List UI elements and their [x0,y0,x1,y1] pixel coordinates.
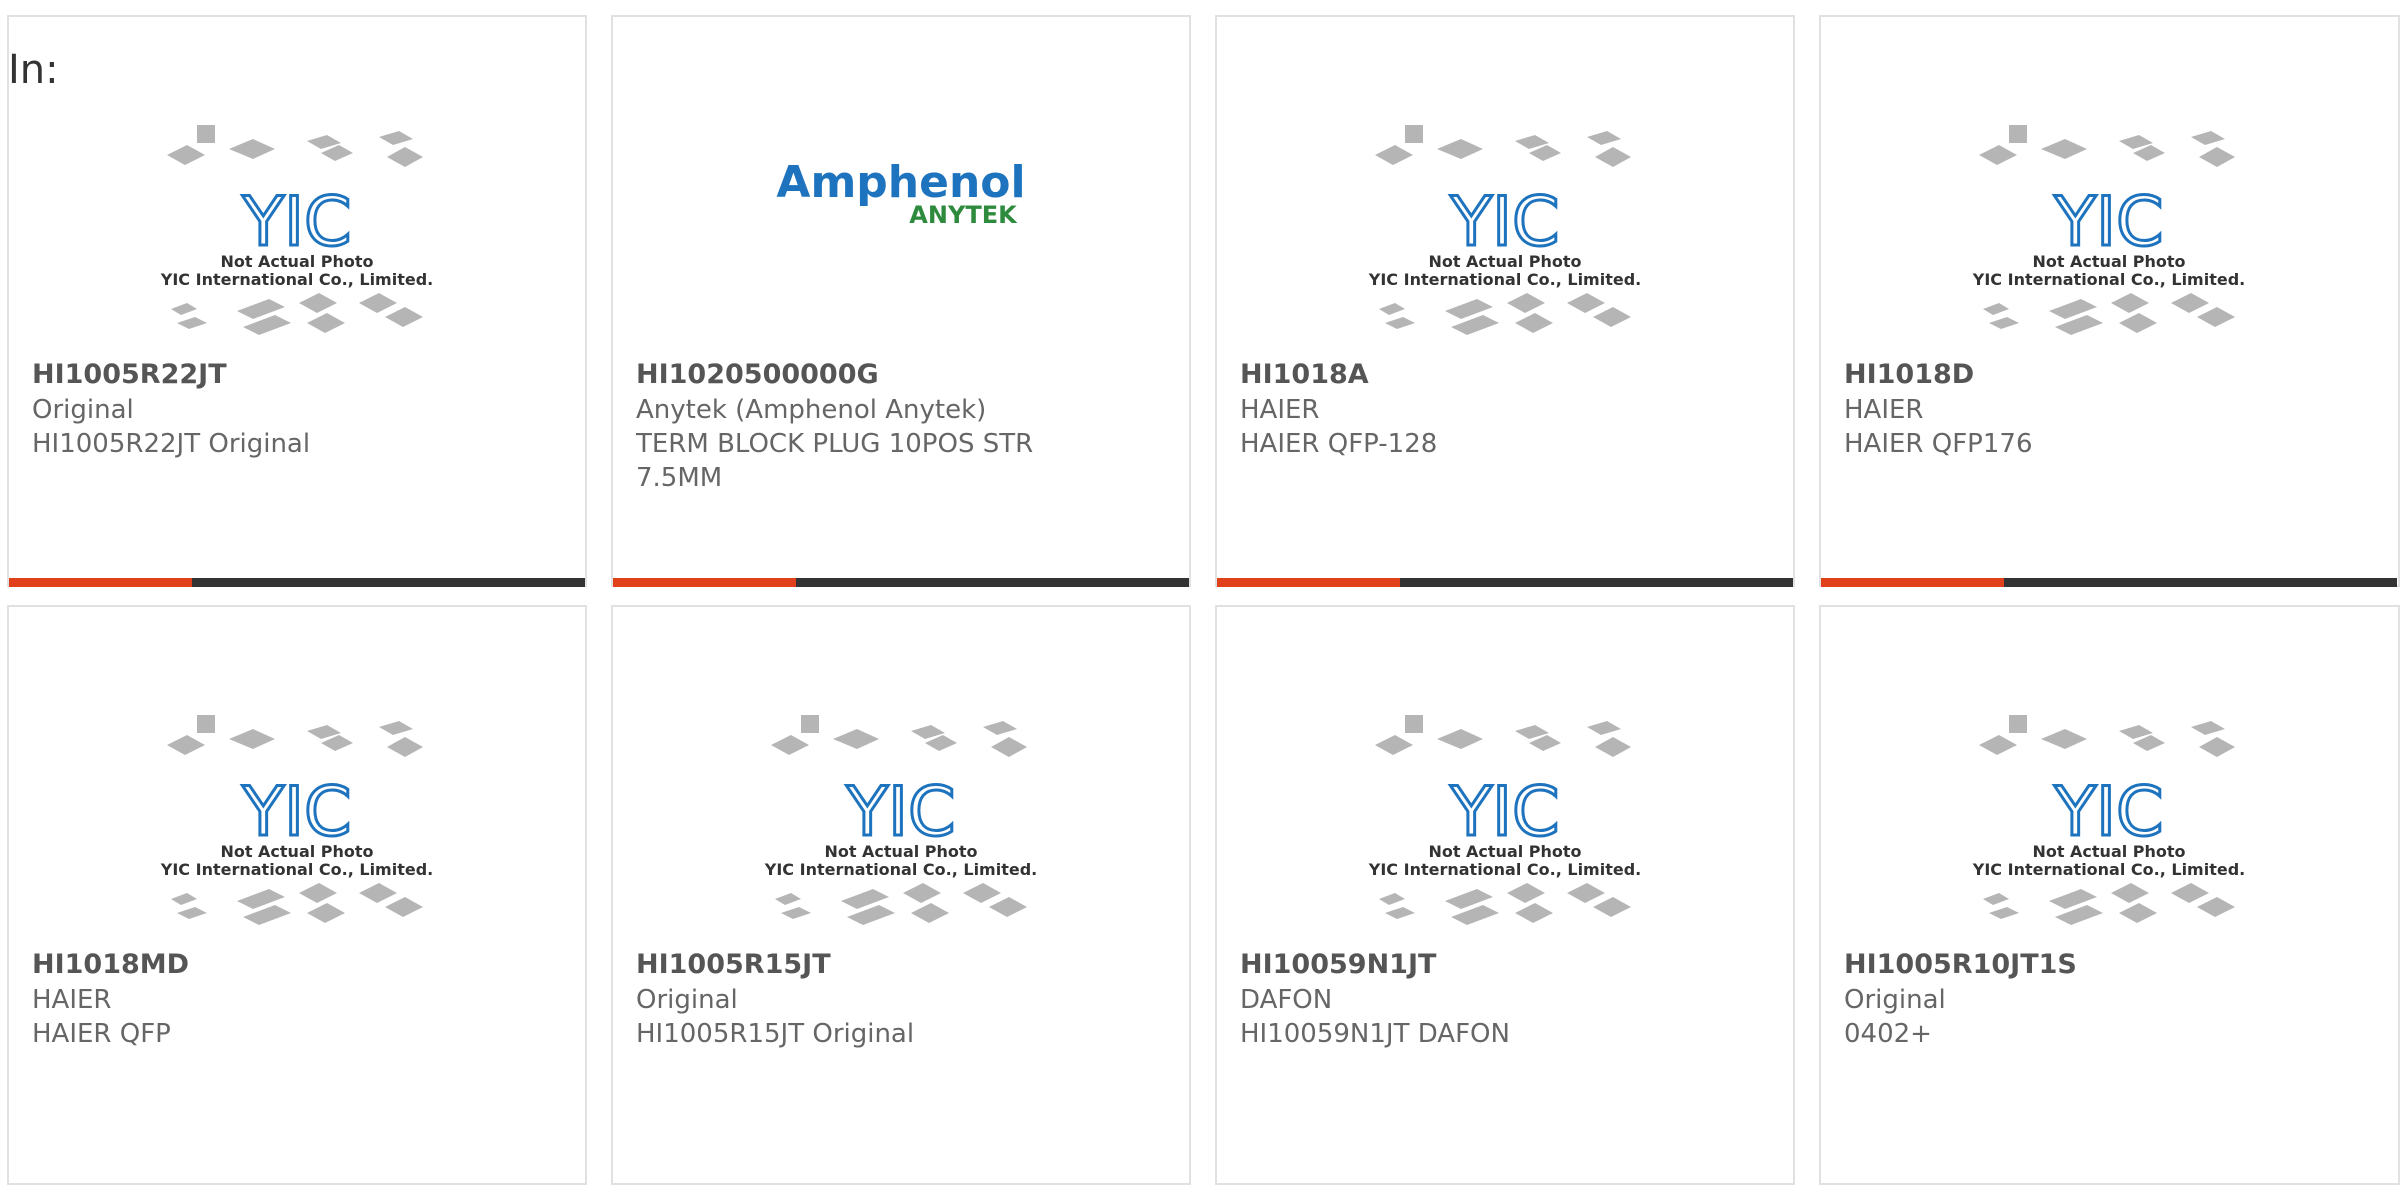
description: HAIER QFP [32,1019,171,1049]
placeholder-line-2: YIC International Co., Limited. [1368,270,1641,289]
card-accent-bar [9,578,585,587]
manufacturer: Original [1844,985,1946,1015]
placeholder-line-2: YIC International Co., Limited. [160,270,433,289]
product-image[interactable]: YIC Not Actual Photo YIC International C… [1821,687,2397,957]
part-number[interactable]: HI1018D [1844,357,1974,393]
product-card[interactable]: YIC Not Actual Photo YIC International C… [7,15,587,587]
product-card[interactable]: YIC Not Actual Photo YIC International C… [1819,605,2400,1185]
card-accent-fill [613,578,796,587]
manufacturer: Original [636,985,738,1015]
product-card[interactable]: YIC Not Actual Photo YIC International C… [1215,15,1795,587]
manufacturer: Original [32,395,134,425]
manufacturer: HAIER [1240,395,1320,425]
description: HI1005R22JT Original [32,429,311,459]
description: TERM BLOCK PLUG 10POS STR [636,429,1034,459]
card-accent-bar [1217,578,1793,587]
placeholder-line-1: Not Actual Photo [220,252,373,271]
placeholder-line-1: Not Actual Photo [220,842,373,861]
yic-logo-text: YIC [241,183,351,262]
manufacturer: HAIER [32,985,112,1015]
part-number[interactable]: HI1018MD [32,947,189,983]
card-accent-fill [9,578,192,587]
placeholder-line-2: YIC International Co., Limited. [1972,860,2245,879]
part-number[interactable]: HI1005R10JT1S [1844,947,2077,983]
amphenol-logo-sub: ANYTEK [909,201,1018,229]
manufacturer: HAIER [1844,395,1924,425]
manufacturer: DAFON [1240,985,1333,1015]
part-number[interactable]: HI1020500000G [636,357,879,393]
description-line-2: 7.5MM [636,463,723,493]
placeholder-line-2: YIC International Co., Limited. [1972,270,2245,289]
yic-logo-text: YIC [2053,183,2163,262]
product-card[interactable]: YIC Not Actual Photo YIC International C… [7,605,587,1185]
yic-logo-text: YIC [845,773,955,852]
placeholder-line-1: Not Actual Photo [2032,842,2185,861]
placeholder-line-1: Not Actual Photo [824,842,977,861]
card-accent-bar [613,578,1189,587]
placeholder-line-2: YIC International Co., Limited. [1368,860,1641,879]
yic-logo-text: YIC [1449,773,1559,852]
product-card[interactable]: YIC Not Actual Photo YIC International C… [1819,15,2400,587]
part-number[interactable]: HI1005R15JT [636,947,831,983]
placeholder-line-1: Not Actual Photo [1428,842,1581,861]
product-card[interactable]: Amphenol ANYTEK HI1020500000G Anytek (Am… [611,15,1191,587]
description: HI1005R15JT Original [636,1019,915,1049]
placeholder-line-1: Not Actual Photo [1428,252,1581,271]
filter-label: In: [8,47,59,93]
placeholder-line-2: YIC International Co., Limited. [160,860,433,879]
card-accent-fill [1217,578,1400,587]
yic-logo-text: YIC [2053,773,2163,852]
product-image[interactable]: YIC Not Actual Photo YIC International C… [9,97,585,367]
yic-logo-text: YIC [1449,183,1559,262]
product-card[interactable]: YIC Not Actual Photo YIC International C… [1215,605,1795,1185]
placeholder-line-1: Not Actual Photo [2032,252,2185,271]
product-image[interactable]: YIC Not Actual Photo YIC International C… [9,687,585,957]
product-image[interactable]: YIC Not Actual Photo YIC International C… [1217,687,1793,957]
card-accent-fill [1821,578,2004,587]
product-grid: YIC Not Actual Photo YIC International C… [0,0,2400,1185]
manufacturer: Anytek (Amphenol Anytek) [636,395,987,425]
part-number[interactable]: HI1018A [1240,357,1369,393]
yic-logo-text: YIC [241,773,351,852]
description: HAIER QFP-128 [1240,429,1438,459]
product-card[interactable]: YIC Not Actual Photo YIC International C… [611,605,1191,1185]
part-number[interactable]: HI10059N1JT [1240,947,1436,983]
product-image[interactable]: YIC Not Actual Photo YIC International C… [1821,97,2397,367]
part-number[interactable]: HI1005R22JT [32,357,227,393]
product-image[interactable]: Amphenol ANYTEK [613,97,1189,367]
placeholder-line-2: YIC International Co., Limited. [764,860,1037,879]
description: HI10059N1JT DAFON [1240,1019,1510,1049]
description: 0402+ [1844,1019,1932,1049]
product-image[interactable]: YIC Not Actual Photo YIC International C… [613,687,1189,957]
card-accent-bar [1821,578,2397,587]
product-image[interactable]: YIC Not Actual Photo YIC International C… [1217,97,1793,367]
description: HAIER QFP176 [1844,429,2033,459]
